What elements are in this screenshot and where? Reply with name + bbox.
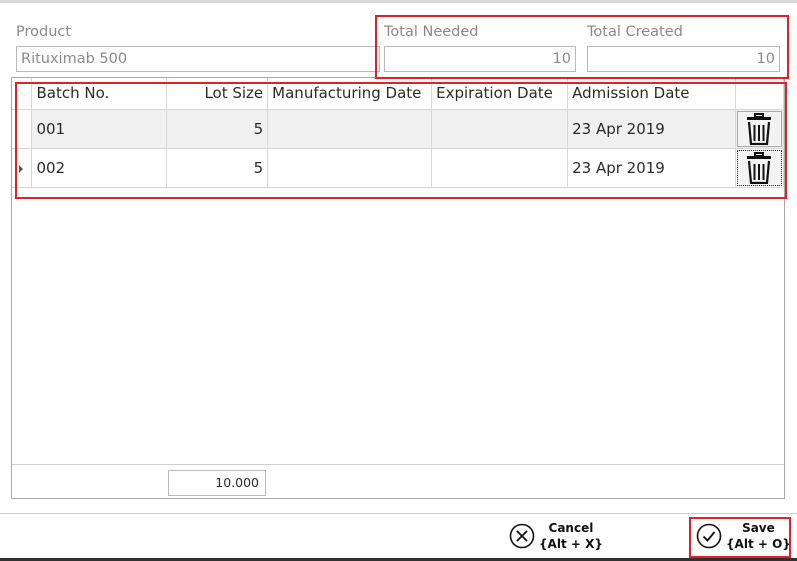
total-needed-label: Total Needed — [384, 24, 479, 40]
column-header-expiration-date[interactable]: Expiration Date — [431, 78, 569, 110]
circle-check-icon — [696, 523, 722, 549]
cancel-button-text: Cancel {Alt + X} — [539, 520, 603, 552]
total-created-label: Total Created — [587, 24, 683, 40]
cancel-shortcut: {Alt + X} — [539, 537, 603, 551]
window-top-border — [0, 0, 797, 3]
cancel-label: Cancel — [548, 521, 594, 535]
cell-admission-date[interactable]: 23 Apr 2019 — [567, 148, 736, 188]
table-row[interactable]: 002 5 23 Apr 2019 — [12, 148, 785, 188]
batch-grid[interactable]: Batch No. Lot Size Manufacturing Date Ex… — [11, 77, 785, 499]
cell-expiration-date[interactable] — [431, 109, 569, 149]
trash-icon — [747, 151, 772, 184]
cell-batch-no[interactable]: 002 — [31, 148, 168, 188]
grid-header-row: Batch No. Lot Size Manufacturing Date Ex… — [12, 78, 785, 110]
save-button-text: Save {Alt + O} — [726, 520, 791, 552]
column-header-delete — [735, 78, 785, 110]
table-row[interactable]: 001 5 23 Apr 2019 — [12, 109, 785, 149]
row-indicator-cell[interactable] — [12, 148, 33, 188]
total-created-field[interactable]: 10 — [587, 46, 780, 72]
cell-delete — [735, 148, 785, 188]
cancel-button[interactable]: Cancel {Alt + X} — [509, 520, 603, 552]
product-field[interactable]: Rituximab 500 — [16, 46, 380, 72]
cell-admission-date[interactable]: 23 Apr 2019 — [567, 109, 736, 149]
action-bar — [0, 513, 797, 561]
column-header-batch-no[interactable]: Batch No. — [31, 78, 168, 110]
column-header-lot-size[interactable]: Lot Size — [166, 78, 269, 110]
trash-icon — [747, 112, 772, 145]
cell-lot-size[interactable]: 5 — [166, 148, 269, 188]
grid-footer-separator — [12, 464, 784, 465]
save-shortcut: {Alt + O} — [726, 537, 791, 551]
save-button[interactable]: Save {Alt + O} — [696, 520, 791, 552]
caret-right-icon — [19, 164, 23, 173]
circle-x-icon — [509, 523, 535, 549]
cell-expiration-date[interactable] — [431, 148, 569, 188]
column-header-manufacturing-date[interactable]: Manufacturing Date — [267, 78, 433, 110]
total-needed-field[interactable]: 10 — [384, 46, 576, 72]
batch-table: Batch No. Lot Size Manufacturing Date Ex… — [12, 78, 785, 188]
delete-row-button[interactable] — [736, 110, 782, 147]
delete-row-button[interactable] — [736, 149, 782, 186]
lot-size-total: 10.000 — [168, 470, 266, 496]
cell-manufacturing-date[interactable] — [267, 148, 433, 188]
header-indicator-cell — [12, 78, 33, 110]
product-label: Product — [16, 24, 72, 40]
cell-lot-size[interactable]: 5 — [166, 109, 269, 149]
cell-manufacturing-date[interactable] — [267, 109, 433, 149]
cell-delete — [735, 109, 785, 149]
row-indicator-cell[interactable] — [12, 109, 33, 149]
cell-batch-no[interactable]: 001 — [31, 109, 168, 149]
save-label: Save — [742, 521, 775, 535]
column-header-admission-date[interactable]: Admission Date — [567, 78, 736, 110]
